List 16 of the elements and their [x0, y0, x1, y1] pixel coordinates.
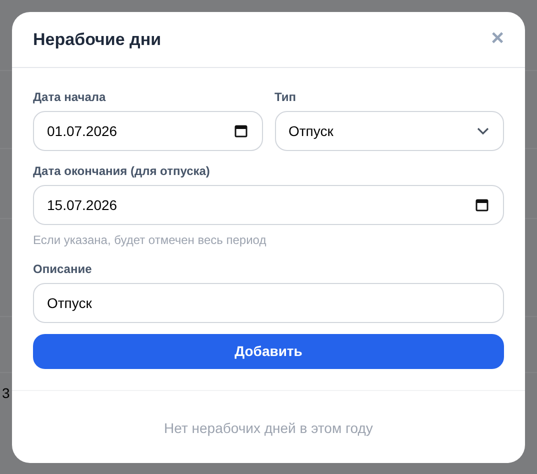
field-label: Дата начала	[33, 90, 107, 105]
type-select[interactable]: Отпуск	[274, 111, 504, 151]
date-field[interactable]: 01.07.2026	[33, 111, 262, 151]
calendar-icon[interactable]	[475, 198, 489, 212]
field-label: Описание	[33, 262, 93, 277]
add-button[interactable]: Добавить	[33, 334, 504, 369]
dialog-title: Нерабочие дни	[33, 28, 162, 51]
field-label: Дата окончания (для отпуска)	[33, 164, 211, 179]
field-hint: Если указана, будет отмечен весь период	[33, 232, 268, 249]
empty-message: Нет нерабочих дней в этом году	[164, 418, 373, 438]
chevron-down-icon	[477, 127, 489, 135]
calendar-icon[interactable]	[234, 124, 248, 138]
row-label: 3	[2, 384, 10, 403]
description-field[interactable]: Отпуск	[33, 283, 504, 323]
field-label: Тип	[274, 90, 297, 105]
date-field[interactable]: 15.07.2026	[33, 185, 504, 225]
